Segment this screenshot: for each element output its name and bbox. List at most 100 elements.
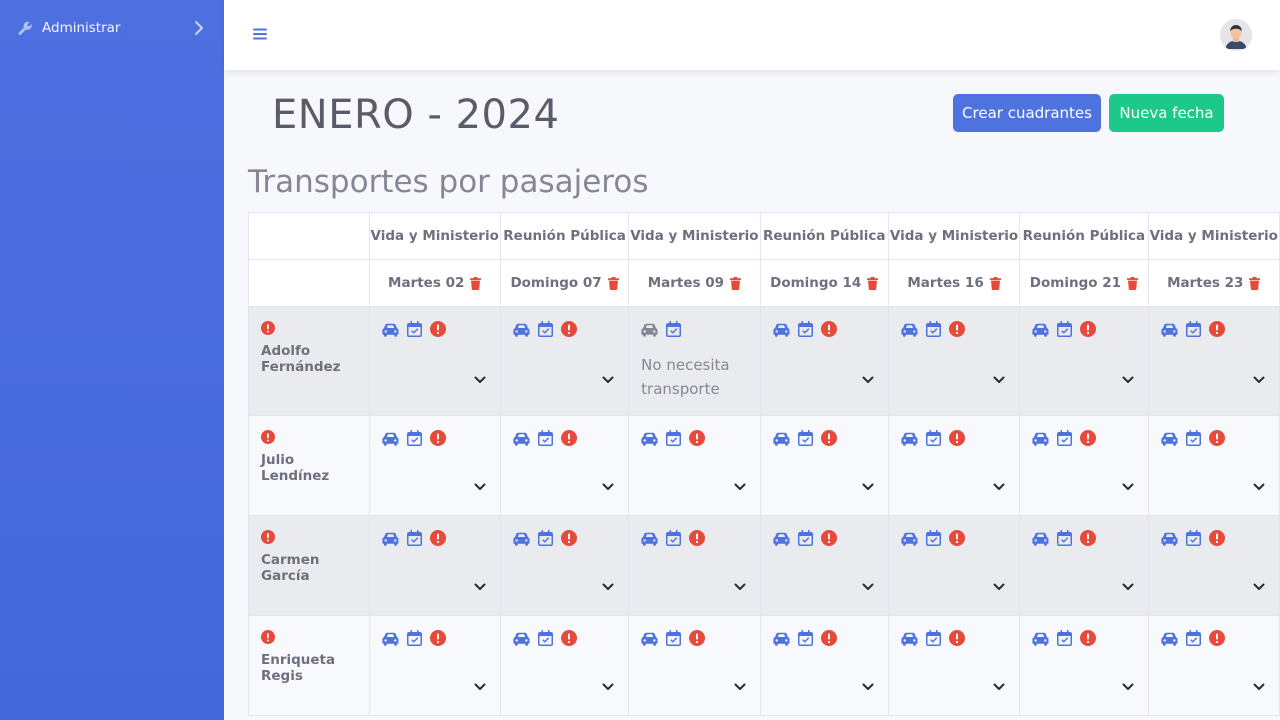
trash-icon[interactable]: [1127, 276, 1138, 290]
transport-cell[interactable]: No necesita transporte: [628, 306, 761, 416]
calendar-check-icon[interactable]: [797, 430, 813, 450]
sidebar-item-administrar[interactable]: Administrar: [0, 12, 224, 44]
calendar-check-icon[interactable]: [925, 530, 941, 550]
chevron-down-icon[interactable]: [1122, 676, 1134, 690]
transport-cell[interactable]: [759, 306, 889, 416]
chevron-down-icon[interactable]: [993, 476, 1005, 490]
hamburger-icon[interactable]: [252, 26, 268, 42]
calendar-check-icon[interactable]: [925, 321, 941, 341]
chevron-down-icon[interactable]: [1253, 476, 1265, 490]
transport-cell[interactable]: [628, 515, 761, 616]
car-icon[interactable]: [772, 631, 790, 650]
chevron-down-icon[interactable]: [602, 676, 614, 690]
car-icon[interactable]: [772, 531, 790, 550]
transport-cell[interactable]: [368, 615, 501, 716]
trash-icon[interactable]: [607, 276, 619, 290]
transport-cell[interactable]: [628, 615, 761, 716]
chevron-down-icon[interactable]: [862, 576, 874, 590]
transport-cell[interactable]: [368, 515, 501, 616]
trash-icon[interactable]: [730, 276, 742, 290]
trash-icon[interactable]: [1249, 276, 1261, 290]
transport-cell[interactable]: [887, 615, 1021, 716]
chevron-down-icon[interactable]: [1253, 676, 1265, 690]
transport-cell[interactable]: [628, 415, 761, 516]
car-icon[interactable]: [513, 431, 530, 450]
chevron-down-icon[interactable]: [734, 676, 746, 690]
car-icon[interactable]: [381, 631, 399, 650]
transport-cell[interactable]: [1019, 306, 1149, 416]
chevron-down-icon[interactable]: [602, 576, 614, 590]
chevron-down-icon[interactable]: [862, 676, 874, 690]
calendar-check-icon[interactable]: [666, 321, 682, 341]
car-icon[interactable]: [901, 631, 918, 650]
chevron-down-icon[interactable]: [993, 676, 1005, 690]
chevron-down-icon[interactable]: [1122, 369, 1134, 383]
calendar-check-icon[interactable]: [797, 530, 813, 550]
transport-cell[interactable]: [887, 515, 1021, 616]
calendar-check-icon[interactable]: [537, 530, 553, 550]
car-icon[interactable]: [901, 431, 918, 450]
calendar-check-icon[interactable]: [666, 430, 682, 450]
chevron-down-icon[interactable]: [602, 369, 614, 383]
calendar-check-icon[interactable]: [1185, 430, 1201, 450]
calendar-check-icon[interactable]: [1057, 630, 1073, 650]
calendar-check-icon[interactable]: [925, 430, 941, 450]
transport-cell[interactable]: [759, 415, 889, 516]
transport-cell[interactable]: [499, 615, 630, 716]
transport-cell[interactable]: [1019, 515, 1149, 616]
calendar-check-icon[interactable]: [797, 630, 813, 650]
chevron-down-icon[interactable]: [474, 676, 486, 690]
calendar-check-icon[interactable]: [797, 321, 813, 341]
chevron-down-icon[interactable]: [862, 476, 874, 490]
calendar-check-icon[interactable]: [666, 530, 682, 550]
transport-cell[interactable]: [1147, 615, 1280, 716]
chevron-down-icon[interactable]: [1122, 576, 1134, 590]
trash-icon[interactable]: [867, 276, 879, 290]
car-icon[interactable]: [381, 431, 399, 450]
transport-cell[interactable]: [1019, 415, 1149, 516]
chevron-down-icon[interactable]: [1253, 576, 1265, 590]
car-icon[interactable]: [1160, 631, 1178, 650]
car-icon[interactable]: [1032, 322, 1049, 341]
calendar-check-icon[interactable]: [406, 530, 422, 550]
calendar-check-icon[interactable]: [1185, 530, 1201, 550]
transport-cell[interactable]: [887, 306, 1021, 416]
car-icon[interactable]: [772, 431, 790, 450]
calendar-check-icon[interactable]: [537, 630, 553, 650]
car-icon[interactable]: [1032, 431, 1049, 450]
new-date-button[interactable]: Nueva fecha: [1109, 94, 1224, 132]
chevron-down-icon[interactable]: [474, 369, 486, 383]
car-icon[interactable]: [513, 631, 530, 650]
trash-icon[interactable]: [470, 276, 482, 290]
transport-cell[interactable]: [1147, 415, 1280, 516]
calendar-check-icon[interactable]: [406, 321, 422, 341]
chevron-down-icon[interactable]: [862, 369, 874, 383]
transport-cell[interactable]: [759, 515, 889, 616]
car-icon[interactable]: [1160, 322, 1178, 341]
transport-cell[interactable]: [1019, 615, 1149, 716]
chevron-down-icon[interactable]: [1253, 369, 1265, 383]
create-schedules-button[interactable]: Crear cuadrantes: [953, 94, 1101, 132]
avatar[interactable]: [1220, 19, 1252, 51]
chevron-down-icon[interactable]: [474, 476, 486, 490]
car-icon[interactable]: [1160, 431, 1178, 450]
transport-cell[interactable]: [368, 415, 501, 516]
car-icon[interactable]: [901, 322, 918, 341]
transport-cell[interactable]: [368, 306, 501, 416]
chevron-down-icon[interactable]: [993, 576, 1005, 590]
car-icon[interactable]: [772, 322, 790, 341]
calendar-check-icon[interactable]: [406, 630, 422, 650]
chevron-down-icon[interactable]: [1122, 476, 1134, 490]
car-icon[interactable]: [1032, 631, 1049, 650]
chevron-down-icon[interactable]: [993, 369, 1005, 383]
transport-cell[interactable]: [1147, 306, 1280, 416]
chevron-down-icon[interactable]: [734, 576, 746, 590]
car-icon[interactable]: [381, 322, 399, 341]
car-icon[interactable]: [513, 531, 530, 550]
car-icon[interactable]: [513, 322, 530, 341]
car-icon[interactable]: [1160, 531, 1178, 550]
car-icon[interactable]: [1032, 531, 1049, 550]
calendar-check-icon[interactable]: [537, 430, 553, 450]
chevron-down-icon[interactable]: [602, 476, 614, 490]
calendar-check-icon[interactable]: [1185, 630, 1201, 650]
